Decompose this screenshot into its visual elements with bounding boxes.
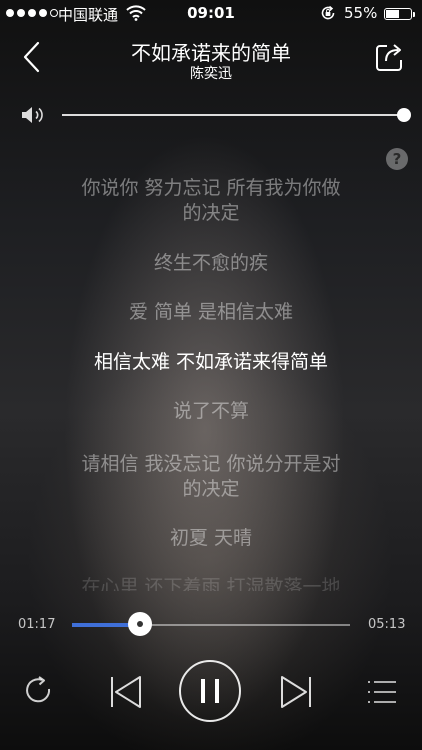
status-bar: 中国联通 09:01 55% <box>0 0 422 26</box>
battery-percent: 55% <box>344 4 378 22</box>
help-icon[interactable]: ? <box>386 148 408 170</box>
lyric-line: 在心里 还下着雨 打湿散落一地 <box>81 576 341 591</box>
rotation-lock-icon <box>321 5 335 20</box>
pause-button[interactable] <box>179 660 241 722</box>
skip-next-icon[interactable] <box>278 674 314 710</box>
repeat-icon[interactable] <box>22 676 56 706</box>
playlist-icon[interactable] <box>366 678 398 706</box>
total-time: 05:13 <box>368 617 406 632</box>
volume-slider-knob[interactable] <box>397 108 411 122</box>
lyric-line: 你说你 努力忘记 所有我为你做 的决定 <box>81 177 341 224</box>
lyric-line: 初夏 天晴 <box>169 527 253 549</box>
song-title: 不如承诺来的简单 <box>131 41 291 65</box>
lyric-line: 终生不愈的疾 <box>153 252 268 274</box>
battery-tip <box>413 12 415 17</box>
battery-icon <box>384 8 412 20</box>
elapsed-time: 01:17 <box>18 617 56 632</box>
lyric-line: 爱 简单 是相信太难 <box>128 301 294 323</box>
speaker-icon[interactable] <box>20 105 48 125</box>
artist-name: 陈奕迅 <box>190 66 232 82</box>
volume-slider-track[interactable] <box>62 114 404 116</box>
lyric-line: 说了不算 <box>172 400 249 422</box>
battery-level-fill <box>386 10 400 18</box>
skip-previous-icon[interactable] <box>108 674 144 710</box>
progress-scrubber-knob[interactable] <box>128 612 153 636</box>
pause-icon <box>201 679 219 703</box>
share-icon[interactable] <box>374 40 404 72</box>
lyric-line: 请相信 我没忘记 你说分开是对 的决定 <box>81 453 341 500</box>
lyric-line-current: 相信太难 不如承诺来得简单 <box>93 351 329 373</box>
